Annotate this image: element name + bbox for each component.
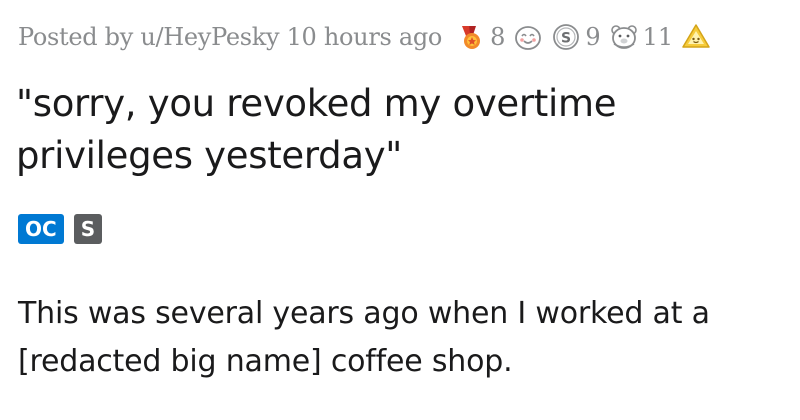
- silver-coin-award-icon: S: [551, 22, 581, 52]
- bear-hug-award-icon: [609, 22, 639, 52]
- award-bear-hug[interactable]: 11: [609, 22, 674, 52]
- award-silver[interactable]: S 9: [551, 22, 601, 52]
- spoiler-flair-badge[interactable]: S: [73, 214, 103, 244]
- award-medal-count: 8: [490, 23, 506, 51]
- post-body-text: This was several years ago when I worked…: [18, 296, 710, 379]
- medal-award-icon: [456, 22, 486, 52]
- award-medal[interactable]: 8: [456, 22, 505, 52]
- post-flairs: OC S: [18, 214, 112, 244]
- svg-text:S: S: [561, 31, 571, 47]
- post-card: Posted by u/HeyPesky 10 hours ago 8 S 9 …: [0, 0, 800, 420]
- gold-helper-award-icon: [681, 22, 711, 52]
- wholesome-face-award-icon: [513, 22, 543, 52]
- posted-by-text[interactable]: Posted by u/HeyPesky 10 hours ago: [18, 23, 442, 51]
- awards-row[interactable]: 8 S 9 11: [456, 22, 719, 52]
- award-wholesome[interactable]: [513, 22, 543, 52]
- post-meta-row: Posted by u/HeyPesky 10 hours ago 8 S 9 …: [18, 14, 800, 60]
- oc-flair-badge[interactable]: OC: [18, 214, 64, 244]
- award-silver-count: 9: [585, 23, 601, 51]
- post-title[interactable]: "sorry, you revoked my overtime privileg…: [16, 78, 786, 182]
- award-helper[interactable]: [681, 22, 711, 52]
- award-bear-hug-count: 11: [642, 23, 674, 51]
